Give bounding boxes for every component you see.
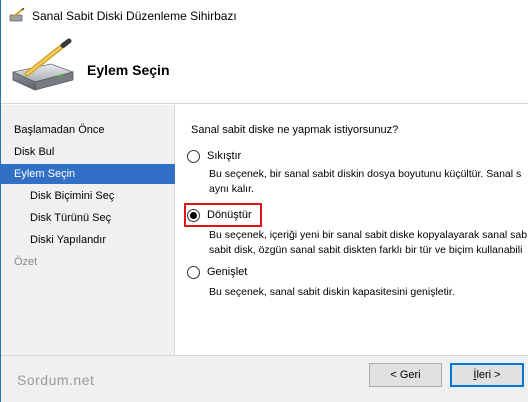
page-title: Eylem Seçin [87, 62, 170, 78]
watermark-text: Sordum.net [17, 372, 95, 388]
option-compact[interactable]: Sıkıştır [187, 147, 241, 165]
option-compact-desc-line2: aynı kalır. [209, 183, 254, 195]
step-diski-yapilandir[interactable]: Diski Yapılandır [1, 230, 175, 250]
radio-compact[interactable] [187, 149, 200, 163]
wizard-window: Sanal Sabit Diski Düzenleme Sihirbazı Ey… [0, 0, 528, 402]
option-compact-desc-line1: Bu seçenek, bir sanal sabit diskin dosya… [209, 168, 522, 180]
option-compact-label[interactable]: Sıkıştır [207, 150, 241, 162]
question-text: Sanal sabit diske ne yapmak istiyorsunuz… [191, 124, 399, 136]
wizard-app-icon [9, 8, 25, 22]
option-convert[interactable]: Dönüştür [187, 206, 252, 224]
step-ozet: Özet [14, 256, 38, 268]
page-header: Eylem Seçin [1, 30, 528, 104]
step-eylem-secin[interactable]: Eylem Seçin [1, 164, 175, 184]
option-convert-desc-line1: Bu seçenek, içeriği yeni bir sanal sabit… [209, 229, 528, 241]
next-label: leri > [476, 369, 501, 381]
option-convert-desc-line2: sabit disk, özgün sanal sabit diskten fa… [209, 244, 523, 256]
footer-bar: Sordum.net < Geri İleri > [1, 355, 528, 402]
next-button[interactable]: İleri > [450, 363, 524, 387]
option-expand[interactable]: Genişlet [187, 263, 247, 281]
option-expand-desc-line1: Bu seçenek, sanal sabit diskin kapasites… [209, 286, 455, 298]
step-disk-bicimini-sec[interactable]: Disk Biçimini Seç [1, 186, 175, 206]
radio-expand[interactable] [187, 265, 200, 279]
steps-panel: Başlamadan Önce Disk Bul Eylem Seçin Dis… [1, 105, 175, 355]
disk-wand-icon [11, 38, 75, 91]
option-convert-label[interactable]: Dönüştür [207, 209, 252, 221]
back-button[interactable]: < Geri [369, 363, 442, 387]
step-baslamadan-once[interactable]: Başlamadan Önce [1, 120, 175, 140]
option-expand-label[interactable]: Genişlet [207, 266, 247, 278]
window-title: Sanal Sabit Diski Düzenleme Sihirbazı [32, 9, 237, 23]
step-disk-turunu-sec[interactable]: Disk Türünü Seç [1, 208, 175, 228]
step-disk-bul[interactable]: Disk Bul [1, 142, 175, 162]
title-bar: Sanal Sabit Diski Düzenleme Sihirbazı [1, 0, 528, 30]
main-content: Sanal sabit diske ne yapmak istiyorsunuz… [176, 105, 528, 355]
radio-convert[interactable] [187, 208, 200, 222]
